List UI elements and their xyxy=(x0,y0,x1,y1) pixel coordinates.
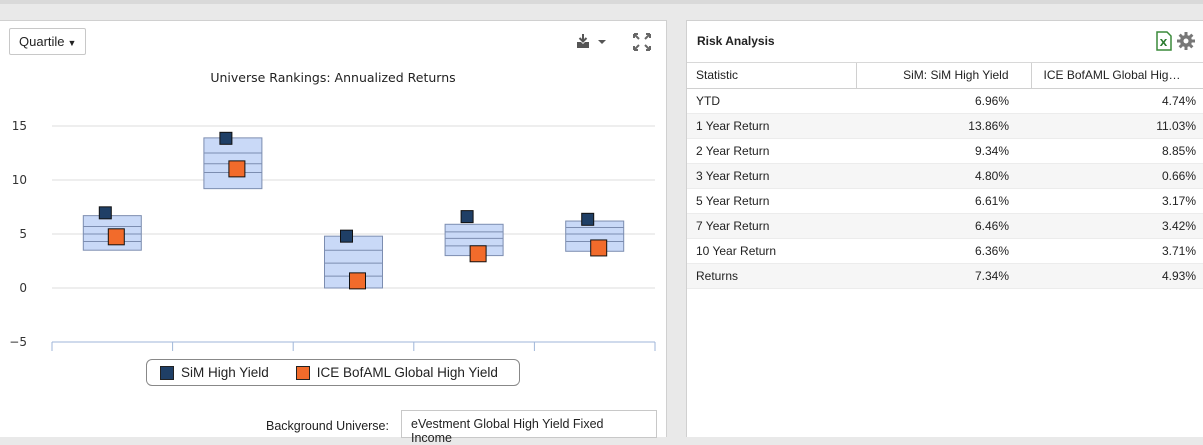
marker-ice-bofaml xyxy=(590,239,608,257)
chart-legend: SiM High Yield ICE BofAML Global High Yi… xyxy=(146,359,520,386)
cell-statistic: 10 Year Return xyxy=(687,238,856,264)
table-row: 5 Year Return 6.61% 3.17% xyxy=(687,188,1203,214)
y-axis-labels: 15 10 5 0 −5 xyxy=(9,119,27,349)
cell-sim-value: 6.46% xyxy=(856,213,1031,239)
legend-label-sim: SiM High Yield xyxy=(181,365,269,380)
marker-ice-bofaml xyxy=(469,245,487,263)
cell-sim-value: 6.96% xyxy=(856,88,1031,114)
cell-statistic: 2 Year Return xyxy=(687,138,856,164)
table-row: 10 Year Return 6.36% 3.71% xyxy=(687,238,1203,264)
export-excel-button[interactable]: X xyxy=(1155,31,1173,56)
table-row: 2 Year Return 9.34% 8.85% xyxy=(687,138,1203,164)
marker-sim-high-yield xyxy=(581,212,595,226)
fullscreen-icon xyxy=(633,33,651,51)
cell-sim-value: 13.86% xyxy=(856,113,1031,139)
background-universe-label: Background Universe: xyxy=(266,419,389,433)
table-row: 7 Year Return 6.46% 3.42% xyxy=(687,213,1203,239)
download-icon xyxy=(577,34,606,48)
cell-statistic: Returns xyxy=(687,263,856,289)
table-row: 1 Year Return 13.86% 11.03% xyxy=(687,113,1203,139)
x-tick-label: YTD xyxy=(99,351,125,353)
universe-rankings-chart: Universe Rankings: Annualized Returns 15… xyxy=(9,70,656,353)
cell-statistic: 3 Year Return xyxy=(687,163,856,189)
marker-ice-bofaml xyxy=(349,272,366,290)
cell-ice-value: 0.66% xyxy=(1031,163,1203,189)
column-header-statistic[interactable]: Statistic xyxy=(687,63,857,89)
risk-analysis-panel: Risk Analysis X Statistic SiM: SiM High … xyxy=(686,20,1203,437)
cell-sim-value: 4.80% xyxy=(856,163,1031,189)
cell-sim-value: 6.36% xyxy=(856,238,1031,264)
column-header-sim[interactable]: SiM: SiM High Yield xyxy=(856,63,1032,89)
cell-statistic: 7 Year Return xyxy=(687,213,856,239)
table-row: 3 Year Return 4.80% 0.66% xyxy=(687,163,1203,189)
chart-panel: Quartile ▼ Universe Rankings: Annualized … xyxy=(0,20,667,445)
cell-ice-value: 4.93% xyxy=(1031,263,1203,289)
svg-text:X: X xyxy=(1160,38,1168,49)
marker-sim-high-yield xyxy=(340,229,353,243)
table-row: YTD 6.96% 4.74% xyxy=(687,88,1203,114)
caret-down-icon: ▼ xyxy=(67,38,77,48)
y-tick-label: 0 xyxy=(19,281,27,295)
box-plots xyxy=(82,137,625,289)
cell-ice-value: 4.74% xyxy=(1031,88,1203,114)
quartile-label: Quartile xyxy=(19,34,65,49)
fullscreen-button[interactable] xyxy=(632,32,652,57)
cell-statistic: 5 Year Return xyxy=(687,188,856,214)
marker-ice-bofaml xyxy=(228,160,246,178)
excel-icon: X xyxy=(1156,31,1172,51)
marker-sim-high-yield xyxy=(219,131,233,145)
cell-sim-value: 6.61% xyxy=(856,188,1031,214)
panel-title: Risk Analysis xyxy=(697,34,775,48)
legend-item-ice[interactable]: ICE BofAML Global High Yield xyxy=(295,365,498,380)
download-menu-button[interactable] xyxy=(575,32,611,57)
column-header-ice[interactable]: ICE BofAML Global Hig… xyxy=(1031,63,1203,89)
cell-sim-value: 7.34% xyxy=(856,263,1031,289)
risk-table-body: YTD 6.96% 4.74% 1 Year Return 13.86% 11.03% 2 … xyxy=(687,88,1203,289)
cell-sim-value: 9.34% xyxy=(856,138,1031,164)
legend-label-ice: ICE BofAML Global High Yield xyxy=(316,365,498,380)
x-tick-label: 5 Year xyxy=(455,351,494,353)
gear-icon xyxy=(1177,32,1195,50)
cell-statistic: 1 Year Return xyxy=(687,113,856,139)
settings-button[interactable] xyxy=(1176,31,1196,56)
background-universe-field[interactable]: eVestment Global High Yield Fixed Income xyxy=(401,410,657,445)
top-bar xyxy=(0,0,1203,4)
cell-ice-value: 8.85% xyxy=(1031,138,1203,164)
marker-sim-high-yield xyxy=(98,206,112,220)
marker-sim-high-yield xyxy=(460,210,474,224)
chart-title: Universe Rankings: Annualized Returns xyxy=(210,70,455,85)
y-tick-label: 15 xyxy=(12,119,27,133)
y-tick-label: 5 xyxy=(19,227,27,241)
cell-statistic: YTD xyxy=(687,88,856,114)
marker-ice-bofaml xyxy=(107,228,125,246)
x-axis: YTD 1 Year 3 Year 5 Year 10 Year xyxy=(51,341,656,353)
cell-ice-value: 3.71% xyxy=(1031,238,1203,264)
x-tick-label: 1 Year xyxy=(214,351,253,353)
cell-ice-value: 3.17% xyxy=(1031,188,1203,214)
cell-ice-value: 11.03% xyxy=(1031,113,1203,139)
y-tick-label: −5 xyxy=(9,335,27,349)
y-tick-label: 10 xyxy=(12,173,27,187)
cell-ice-value: 3.42% xyxy=(1031,213,1203,239)
x-tick-label: 3 Year xyxy=(334,351,373,353)
quartile-dropdown[interactable]: Quartile ▼ xyxy=(9,28,86,55)
x-tick-label: 10 Year xyxy=(572,351,619,353)
risk-table: Statistic SiM: SiM High Yield ICE BofAML… xyxy=(687,63,1203,289)
table-row: Returns 7.34% 4.93% xyxy=(687,263,1203,289)
legend-swatch-sim xyxy=(160,365,174,380)
legend-swatch-ice xyxy=(295,365,310,380)
legend-item-sim[interactable]: SiM High Yield xyxy=(160,365,269,380)
table-header-row: Statistic SiM: SiM High Yield ICE BofAML… xyxy=(687,63,1203,89)
